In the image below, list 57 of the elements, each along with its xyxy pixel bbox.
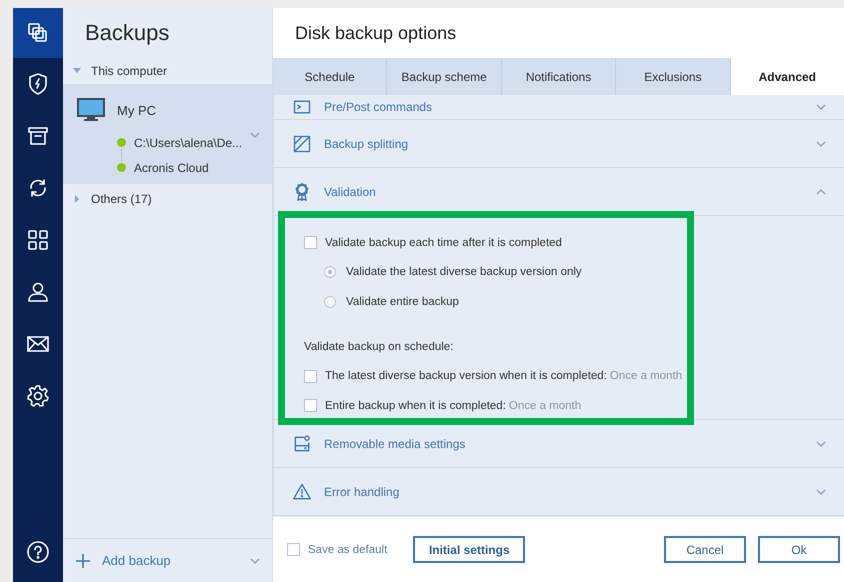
section-title[interactable]: Validation [324, 184, 804, 198]
chevron-icon[interactable] [816, 104, 826, 110]
section-title[interactable]: Pre/Post commands [324, 100, 804, 114]
option-label: Validate entire backup [346, 296, 459, 308]
copies-icon [26, 21, 50, 45]
group-label[interactable]: This computer [91, 64, 168, 78]
archive-box-icon [26, 124, 50, 148]
shield-icon [26, 72, 50, 96]
person-icon [26, 280, 50, 304]
drive-icon [292, 434, 312, 454]
chevron-icon[interactable] [250, 132, 260, 138]
option-label: The latest diverse backup version when it is completed: [325, 370, 607, 382]
chevron-icon[interactable] [250, 558, 260, 564]
nav-button[interactable] [13, 8, 63, 58]
group-label[interactable]: Others (17) [91, 192, 152, 206]
collapse-arrow-icon[interactable] [73, 67, 81, 75]
dialog-button[interactable]: Ok [758, 536, 840, 563]
option-label: Entire backup when it is completed: [325, 400, 506, 412]
checkbox-label: Save as default [308, 544, 388, 556]
option-label: Validate backup each time after it is completed [325, 236, 562, 249]
chevron-icon[interactable] [816, 488, 826, 494]
computer-name: My PC [117, 102, 156, 118]
help-icon [26, 540, 50, 564]
chevron-icon[interactable] [816, 440, 826, 446]
checkbox[interactable] [304, 370, 317, 383]
tab[interactable]: Schedule [273, 58, 386, 95]
split-square-icon [292, 134, 312, 154]
panel-title: Backups [84, 19, 170, 47]
section-title[interactable]: Error handling [324, 484, 804, 498]
backup-item[interactable]: My PC C:\Users\alena\De... Acronis Cloud [63, 84, 272, 184]
warning-icon [292, 482, 312, 502]
add-backup-button[interactable]: Add backup [63, 538, 272, 582]
tab[interactable]: Advanced [730, 58, 844, 95]
dialog-button[interactable]: Initial settings [413, 536, 526, 563]
expand-arrow-icon[interactable] [73, 195, 81, 203]
checkbox[interactable] [304, 399, 317, 412]
section-title[interactable]: Backup splitting [324, 136, 804, 150]
settings-icon [26, 384, 50, 408]
monitor-icon [77, 98, 105, 122]
tab[interactable]: Backup scheme [386, 58, 501, 95]
radio-button[interactable] [324, 296, 336, 308]
option-heading: Validate backup on schedule: [304, 341, 454, 353]
tab[interactable]: Exclusions [615, 58, 730, 95]
chevron-icon[interactable] [816, 140, 826, 146]
checkbox[interactable] [304, 236, 317, 250]
destination-label: C:\Users\alena\De... [134, 136, 242, 150]
chevron-icon[interactable] [816, 188, 826, 194]
destination-label: Acronis Cloud [134, 160, 209, 174]
grid-icon [26, 228, 50, 252]
plus-icon [76, 554, 90, 568]
checkbox[interactable] [287, 543, 300, 556]
tab[interactable]: Notifications [500, 58, 616, 95]
section-title[interactable]: Removable media settings [324, 436, 804, 450]
radio-button[interactable] [324, 266, 336, 278]
dialog-button[interactable]: Cancel [664, 536, 746, 563]
dialog-title: Disk backup options [273, 8, 844, 58]
option-label: Validate the latest diverse backup version only [346, 266, 582, 278]
